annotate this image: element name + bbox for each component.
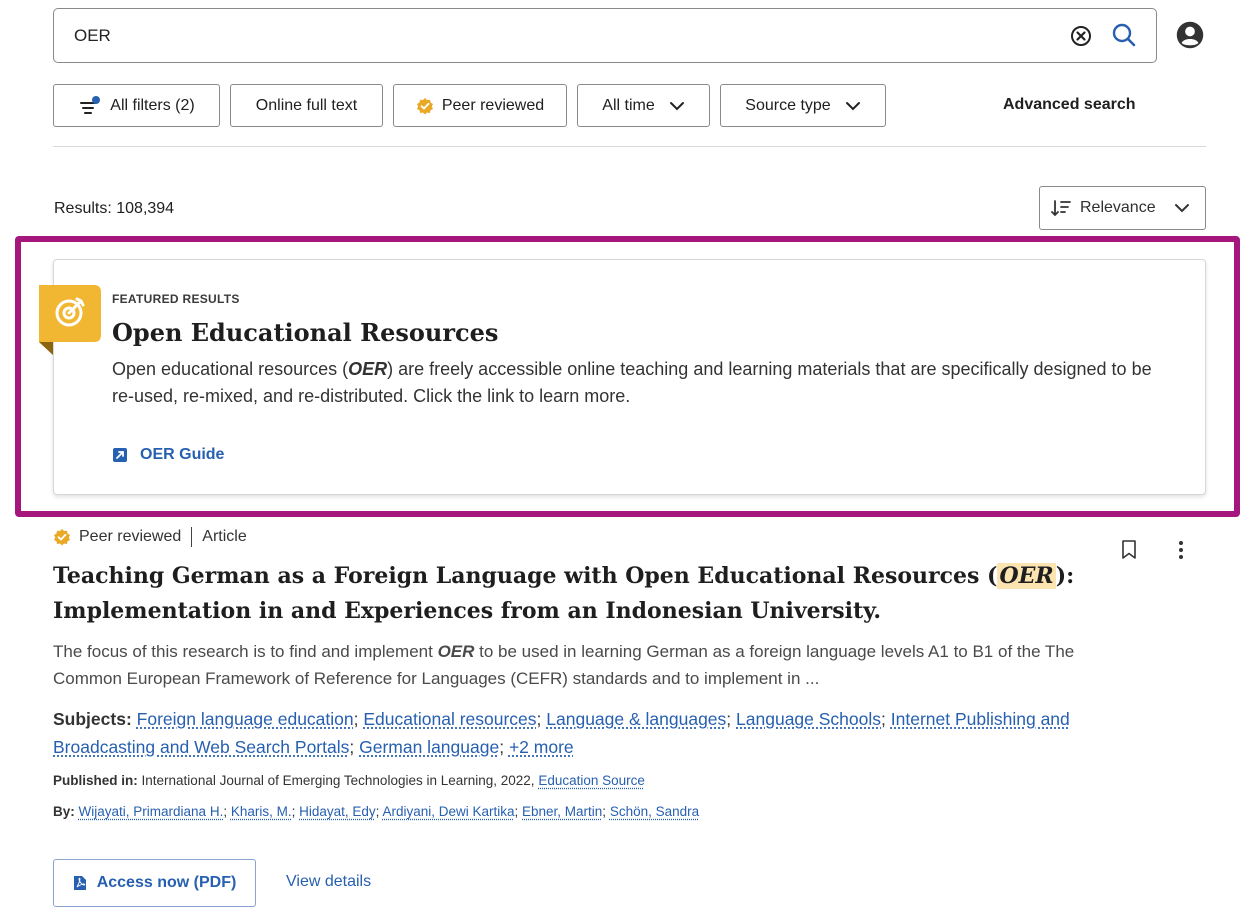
filter-icon: [80, 95, 101, 114]
peer-reviewed-chip[interactable]: Peer reviewed: [393, 84, 567, 127]
peer-reviewed-text: Peer reviewed: [79, 528, 182, 545]
advanced-search-link[interactable]: Advanced search: [1003, 96, 1136, 114]
bookmark-icon[interactable]: [1120, 539, 1138, 561]
user-account-icon[interactable]: [1175, 20, 1205, 50]
all-filters-button[interactable]: All filters (2): [53, 84, 220, 127]
source-type-dropdown[interactable]: Source type: [720, 84, 886, 127]
all-time-dropdown[interactable]: All time: [577, 84, 710, 127]
author-link[interactable]: Kharis, M.: [231, 804, 292, 819]
online-full-text-label: Online full text: [255, 96, 358, 114]
result-title-highlight: OER: [997, 563, 1056, 589]
peer-reviewed-badge-icon: [54, 529, 70, 546]
peer-reviewed-label: Peer reviewed: [441, 96, 545, 114]
search-box[interactable]: OER: [53, 8, 1157, 63]
abstract-text: The focus of this research is to find an…: [53, 642, 438, 661]
author-link[interactable]: Hidayat, Edy: [299, 804, 376, 819]
all-filters-label: All filters (2): [110, 96, 195, 114]
published-label: Published in:: [53, 773, 138, 788]
highlight-frame: [15, 236, 1240, 517]
subjects: Subjects: Foreign language education; Ed…: [53, 709, 1070, 757]
sort-label: Relevance: [1080, 199, 1156, 216]
author-link[interactable]: Ardiyani, Dewi Kartika: [382, 804, 514, 819]
pdf-icon: [73, 876, 86, 890]
sort-icon: [1051, 200, 1071, 217]
subject-link[interactable]: Language Schools: [736, 709, 881, 729]
peer-reviewed-badge-icon: [416, 97, 433, 114]
source-type-label: Source type: [745, 96, 831, 114]
authors: By: Wijayati, Primardiana H.; Kharis, M.…: [53, 804, 700, 819]
chevron-down-icon: [669, 101, 684, 110]
subject-link[interactable]: Language & languages: [546, 709, 726, 729]
access-pdf-label: Access now (PDF): [96, 874, 237, 891]
author-link[interactable]: Ebner, Martin: [522, 804, 602, 819]
clear-icon[interactable]: [1070, 25, 1092, 47]
author-link[interactable]: Schön, Sandra: [610, 804, 699, 819]
source-type-text: Article: [202, 528, 247, 545]
meta-separator: [191, 527, 193, 547]
result-title-text: Teaching German as a Foreign Language wi…: [53, 563, 998, 589]
subjects-more-link[interactable]: +2 more: [509, 737, 574, 757]
chevron-down-icon: [845, 101, 860, 110]
abstract-highlight: OER: [437, 642, 475, 661]
subjects-label: Subjects:: [53, 709, 132, 729]
published-text: International Journal of Emerging Techno…: [141, 773, 535, 788]
subject-link[interactable]: German language: [359, 737, 499, 757]
search-input[interactable]: OER: [74, 26, 111, 46]
result-abstract: The focus of this research is to find an…: [53, 638, 1133, 692]
divider: [53, 146, 1206, 147]
sort-dropdown[interactable]: Relevance: [1039, 186, 1206, 230]
access-pdf-button[interactable]: Access now (PDF): [53, 859, 256, 907]
online-full-text-chip[interactable]: Online full text: [230, 84, 383, 127]
subject-link[interactable]: Educational resources: [363, 709, 536, 729]
database-link[interactable]: Education Source: [538, 773, 645, 788]
subject-link[interactable]: Foreign language education: [137, 709, 354, 729]
result-title[interactable]: Teaching German as a Foreign Language wi…: [53, 559, 1133, 629]
view-details-link[interactable]: View details: [286, 873, 371, 891]
results-count: Results: 108,394: [54, 200, 175, 217]
author-link[interactable]: Wijayati, Primardiana H.: [79, 804, 224, 819]
all-time-label: All time: [602, 96, 655, 114]
by-label: By:: [53, 804, 75, 819]
published-in: Published in: International Journal of E…: [53, 773, 645, 788]
search-icon[interactable]: [1111, 22, 1137, 48]
chevron-down-icon: [1174, 204, 1189, 213]
more-options-icon[interactable]: [1173, 539, 1189, 561]
result-meta: Peer reviewed Article: [53, 527, 247, 547]
